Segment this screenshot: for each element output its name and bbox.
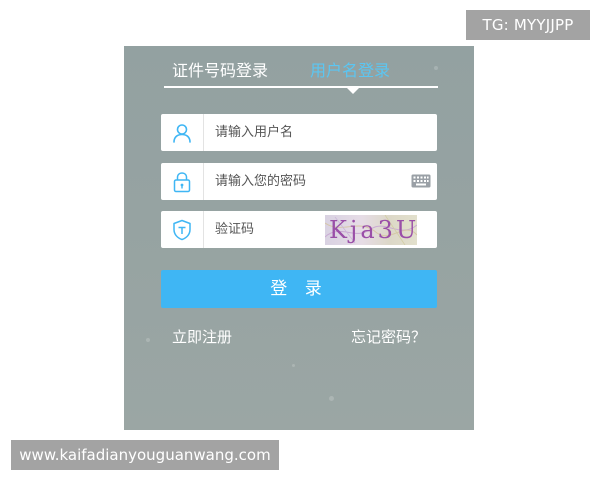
user-icon — [161, 114, 204, 151]
watermark-top: TG: MYYJJPP — [466, 10, 590, 40]
login-panel: 证件号码登录 用户名登录 请输入用户名 请输入您的密码 验证码 Kja3U 登 … — [124, 46, 474, 430]
captcha-field[interactable]: 验证码 Kja3U — [161, 211, 437, 248]
tab-id-number-login[interactable]: 证件号码登录 — [172, 60, 268, 82]
active-tab-pointer — [347, 88, 359, 94]
forgot-password-link[interactable]: 忘记密码？ — [351, 326, 426, 348]
username-field[interactable]: 请输入用户名 — [161, 114, 437, 151]
tab-username-login[interactable]: 用户名登录 — [310, 60, 390, 82]
watermark-bottom: www.kaifadianyouguanwang.com — [11, 440, 279, 470]
password-field[interactable]: 请输入您的密码 — [161, 163, 437, 200]
keyboard-icon[interactable] — [411, 174, 431, 188]
captcha-code: Kja3U — [329, 216, 417, 244]
background-speck — [292, 364, 295, 367]
lock-icon — [161, 163, 204, 200]
tabs-underline — [164, 86, 438, 88]
captcha-placeholder: 验证码 — [215, 222, 255, 237]
register-link[interactable]: 立即注册 — [172, 326, 232, 348]
captcha-image[interactable]: Kja3U — [325, 215, 417, 245]
login-button[interactable]: 登 录 — [161, 270, 437, 308]
username-placeholder: 请输入用户名 — [215, 125, 294, 140]
shield-icon — [161, 211, 204, 248]
background-speck — [146, 338, 150, 342]
background-speck — [329, 396, 334, 401]
password-placeholder: 请输入您的密码 — [215, 174, 307, 189]
